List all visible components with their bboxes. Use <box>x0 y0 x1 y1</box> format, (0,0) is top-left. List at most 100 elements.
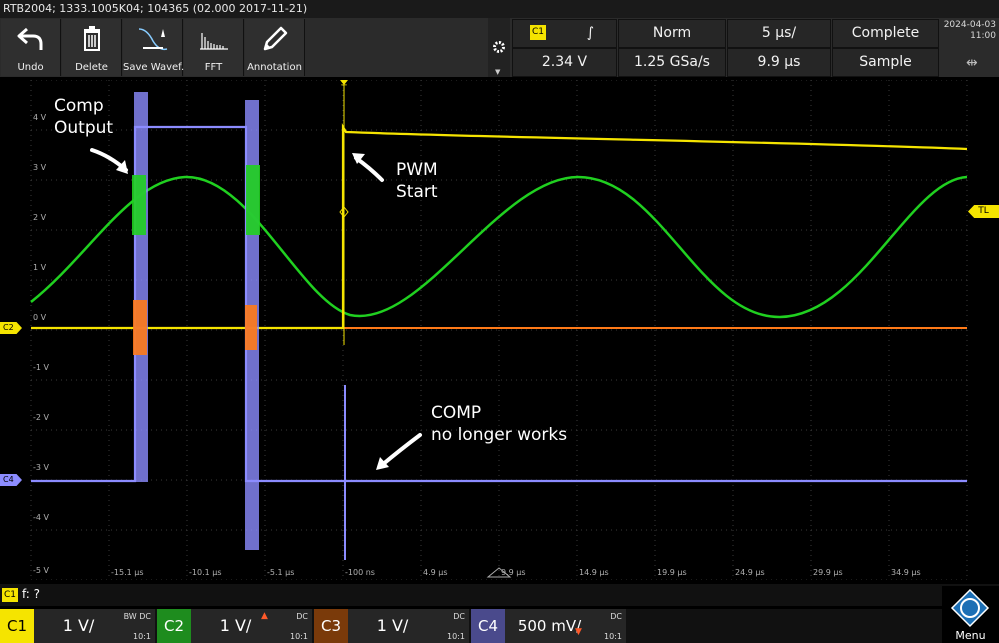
channel-2-trace <box>30 175 968 319</box>
y-axis-label: 1 V <box>33 263 47 272</box>
channel-1-bw: BW <box>123 612 137 621</box>
trigger-source-cell[interactable]: ∫ <box>512 19 617 48</box>
channel-1-scale: 1 V/ <box>62 616 95 635</box>
channel-bar: C1 1 V/ BW DC 10:1 C2 1 V/ ▲ DC 10:1 C3 … <box>0 609 999 643</box>
channel-4-attenuation: 10:1 <box>604 632 622 641</box>
rs-logo-icon <box>950 588 990 628</box>
x-axis-label: -15.1 µs <box>111 568 144 577</box>
burst-1-green <box>132 175 146 235</box>
annotation-comp-output[interactable]: Comp Output <box>54 95 113 139</box>
pwm-arrow <box>354 156 384 182</box>
fft-icon <box>200 33 228 50</box>
channel-3-attenuation: 10:1 <box>447 632 465 641</box>
frequency-readout: f: ? <box>22 587 41 601</box>
annotation-button[interactable]: Annotation <box>245 19 305 76</box>
acquisition-type[interactable]: Sample <box>832 48 939 77</box>
x-axis-label: 4.9 µs <box>423 568 448 577</box>
annotation-label: Annotation <box>247 62 302 73</box>
trigger-level-label: TL <box>978 206 989 216</box>
date-time: 2024-04-03 11:00 <box>942 20 999 42</box>
menu-button[interactable]: Menu <box>942 586 999 643</box>
channel-2-coupling: DC <box>296 612 308 621</box>
x-axis-label: 34.9 µs <box>891 568 921 577</box>
grid-lines <box>30 80 968 580</box>
channel-4-scale: 500 mV/ <box>517 617 582 635</box>
y-axis-label: -3 V <box>33 463 49 472</box>
usb-icon: ⇹ <box>966 55 978 71</box>
channel-1-tag: C1 <box>0 609 34 643</box>
trigger-source-badge: C1 <box>530 25 546 40</box>
y-axis-label: 2 V <box>33 213 47 222</box>
channel-4-tag: C4 <box>471 609 505 643</box>
y-axis-label: 4 V <box>33 113 47 122</box>
channel-3-tag: C3 <box>314 609 348 643</box>
x-axis-label: 14.9 µs <box>579 568 609 577</box>
x-axis-label: 29.9 µs <box>813 568 843 577</box>
channel-3-settings[interactable]: C3 1 V/ DC 10:1 <box>314 609 469 643</box>
x-axis-label: 24.9 µs <box>735 568 765 577</box>
channel-1-dc: DC <box>139 612 151 621</box>
time-text: 11:00 <box>970 31 996 41</box>
trigger-level-marker[interactable]: TL <box>968 205 999 218</box>
fft-label: FFT <box>204 62 223 73</box>
trigger-level[interactable]: 2.34 V <box>512 48 617 77</box>
x-axis-label: 9.9 µs <box>501 568 526 577</box>
undo-label: Undo <box>17 62 44 73</box>
measurement-status-line: C1 f: ? <box>0 584 999 606</box>
burst-1-orange <box>133 300 147 355</box>
annotation-pwm-start[interactable]: PWM Start <box>396 159 438 203</box>
trash-icon <box>84 26 100 51</box>
trigger-mode[interactable]: Norm <box>618 19 726 48</box>
invert-icon: ▲ <box>261 611 268 621</box>
annotation-comp-fail[interactable]: COMP no longer works <box>431 402 567 446</box>
save-waveform-icon <box>138 28 168 51</box>
channel-2-attenuation: 10:1 <box>290 632 308 641</box>
burst-2-orange <box>245 305 257 350</box>
burst-1 <box>134 92 148 482</box>
comp-arrow <box>380 433 422 467</box>
channel-4-coupling: DC <box>610 612 622 621</box>
y-axis-label: -1 V <box>33 363 49 372</box>
settings-button[interactable]: ▼ <box>488 18 510 77</box>
y-axis-label: -2 V <box>33 413 49 422</box>
annotation-line: PWM <box>396 160 438 180</box>
x-axis-label: -10.1 µs <box>189 568 222 577</box>
sample-rate: 1.25 GSa/s <box>618 48 726 77</box>
trigger-marker-label: T <box>341 84 347 94</box>
burst-2-green <box>246 165 260 235</box>
y-axis-label: -4 V <box>33 513 49 522</box>
y-axis-label: 0 V <box>33 313 47 322</box>
channel-3-coupling: DC <box>453 612 465 621</box>
trigger-marker[interactable]: T <box>338 80 350 96</box>
delete-label: Delete <box>75 62 108 73</box>
slope-icon: ∫ <box>586 25 594 41</box>
channel-1-settings[interactable]: C1 1 V/ BW DC 10:1 <box>0 609 155 643</box>
y-axis-label: -5 V <box>33 566 49 575</box>
save-waveform-button[interactable]: Save Wavef. <box>123 19 185 76</box>
fft-button[interactable]: FFT <box>184 19 244 76</box>
gear-icon <box>493 41 505 53</box>
annotation-line: Output <box>54 118 114 138</box>
horizontal-position[interactable]: 9.9 µs <box>727 48 831 77</box>
x-axis-label: -100 ns <box>345 568 375 577</box>
waveform-display[interactable] <box>0 80 999 580</box>
chevron-down-icon: ▼ <box>495 68 501 76</box>
channel-2-settings[interactable]: C2 1 V/ ▲ DC 10:1 <box>157 609 312 643</box>
x-axis-label: 19.9 µs <box>657 568 687 577</box>
annotation-line: COMP <box>431 403 482 423</box>
channel-1-coupling: BW DC <box>124 612 151 621</box>
status-channel-badge: C1 <box>2 588 18 602</box>
menu-label: Menu <box>955 629 986 642</box>
save-waveform-label: Save Wavef. <box>123 62 185 73</box>
invert-icon: ▼ <box>575 627 582 637</box>
timebase-scale[interactable]: 5 µs/ <box>727 19 831 48</box>
y-axis-label: 3 V <box>33 163 47 172</box>
annotation-line: Start <box>396 182 438 202</box>
undo-button[interactable]: Undo <box>1 19 61 76</box>
annotation-line: Comp <box>54 96 104 116</box>
delete-button[interactable]: Delete <box>62 19 122 76</box>
channel-4-settings[interactable]: C4 500 mV/ ▼ DC 10:1 <box>471 609 626 643</box>
channel-2-tag: C2 <box>157 609 191 643</box>
acquire-mode[interactable]: Complete <box>832 19 939 48</box>
pencil-icon <box>263 26 288 51</box>
